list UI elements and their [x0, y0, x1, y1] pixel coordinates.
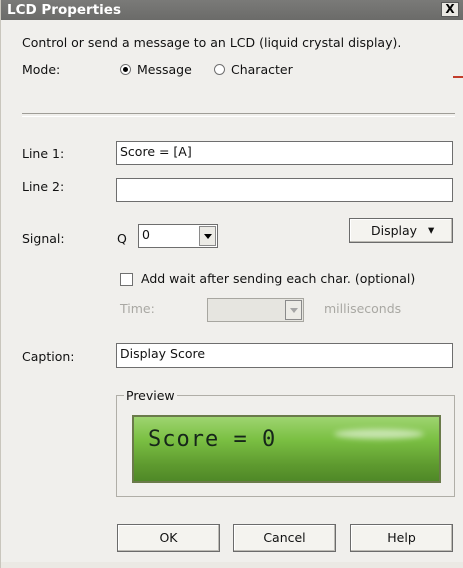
signal-label: Signal:	[22, 231, 65, 246]
add-wait-checkbox[interactable]	[120, 273, 133, 286]
accent-mark	[453, 76, 463, 78]
close-icon: X	[445, 2, 455, 16]
mode-label: Mode:	[22, 62, 61, 77]
title-bar: LCD Properties X	[1, 0, 463, 20]
caption-label: Caption:	[22, 349, 75, 364]
dropdown-arrow-icon: ▾	[428, 222, 435, 237]
display-button[interactable]: Display ▾	[349, 218, 453, 243]
lcd-glare	[334, 429, 424, 439]
line2-input[interactable]	[116, 178, 453, 202]
chevron-down-icon	[204, 234, 212, 239]
radio-character-label[interactable]: Character	[231, 62, 293, 77]
lcd-preview: Score = 0	[132, 415, 441, 483]
chevron-down-icon	[290, 308, 298, 313]
radio-character[interactable]	[214, 64, 225, 75]
add-wait-label[interactable]: Add wait after sending each char. (optio…	[141, 271, 415, 286]
ok-button[interactable]: OK	[117, 524, 220, 552]
line1-input[interactable]: Score = [A]	[116, 141, 453, 165]
time-dropdown-button[interactable]	[285, 300, 302, 320]
time-select[interactable]	[207, 298, 304, 322]
bottom-edge	[1, 562, 463, 568]
lcd-properties-dialog: LCD Properties X Control or send a messa…	[0, 0, 463, 568]
line2-label: Line 2:	[22, 179, 65, 194]
separator	[22, 113, 455, 117]
signal-value: 0	[142, 227, 150, 242]
signal-prefix: Q	[117, 231, 127, 246]
signal-select[interactable]: 0	[138, 224, 218, 248]
close-button[interactable]: X	[441, 2, 459, 17]
radio-message-label[interactable]: Message	[137, 62, 192, 77]
radio-selected-dot	[123, 67, 128, 72]
line1-label: Line 1:	[22, 146, 65, 161]
lcd-preview-text: Score = 0	[148, 427, 277, 452]
signal-dropdown-button[interactable]	[199, 226, 216, 246]
time-label: Time:	[120, 301, 155, 316]
time-unit: milliseconds	[324, 301, 402, 316]
cancel-button[interactable]: Cancel	[233, 524, 336, 552]
dialog-description: Control or send a message to an LCD (liq…	[22, 35, 402, 50]
preview-legend: Preview	[124, 388, 177, 403]
window-title: LCD Properties	[7, 2, 121, 18]
caption-input[interactable]: Display Score	[116, 343, 453, 368]
display-button-label: Display	[371, 223, 418, 238]
radio-message[interactable]	[120, 64, 131, 75]
help-button[interactable]: Help	[350, 524, 453, 552]
